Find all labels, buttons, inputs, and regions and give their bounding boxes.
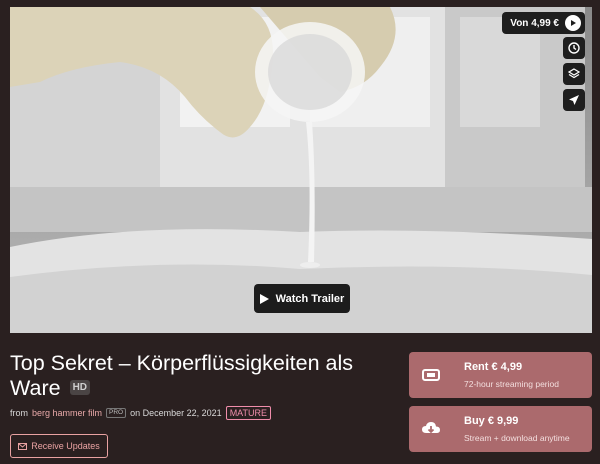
from-label: from xyxy=(10,408,28,418)
mature-badge: MATURE xyxy=(225,406,272,420)
film-title: Top Sekret – Körperflüssigkeiten als War… xyxy=(10,351,400,401)
author-link[interactable]: berg hammer film xyxy=(32,408,102,418)
price-badge[interactable]: Von 4,99 € xyxy=(502,12,585,34)
watch-trailer-button[interactable]: Watch Trailer xyxy=(254,284,350,313)
layers-icon[interactable] xyxy=(563,63,585,85)
pro-badge: PRO xyxy=(106,408,127,418)
envelope-icon xyxy=(18,442,28,450)
buy-button[interactable]: Buy € 9,99 Stream + download anytime xyxy=(409,406,592,452)
price-label: Von 4,99 € xyxy=(510,17,559,29)
buy-subtitle: Stream + download anytime xyxy=(464,433,570,443)
rent-button[interactable]: Rent € 4,99 72-hour streaming period xyxy=(409,352,592,398)
film-meta: from berg hammer film PRO on December 22… xyxy=(10,406,272,420)
watch-trailer-label: Watch Trailer xyxy=(275,292,345,305)
ticket-icon xyxy=(422,369,440,381)
buy-title: Buy € 9,99 xyxy=(464,415,519,427)
release-date: on December 22, 2021 xyxy=(130,408,222,418)
rent-subtitle: 72-hour streaming period xyxy=(464,379,559,389)
cloud-download-icon xyxy=(422,422,440,434)
film-title-text: Top Sekret – Körperflüssigkeiten als War… xyxy=(10,351,353,400)
video-player[interactable]: Von 4,99 € Watch Trailer xyxy=(10,7,592,333)
receive-updates-label: Receive Updates xyxy=(31,441,100,451)
rent-title: Rent € 4,99 xyxy=(464,361,523,373)
send-icon[interactable] xyxy=(563,89,585,111)
receive-updates-button[interactable]: Receive Updates xyxy=(10,434,108,458)
clock-icon[interactable] xyxy=(563,37,585,59)
play-triangle-icon xyxy=(259,293,269,304)
play-icon xyxy=(565,15,581,31)
hd-badge: HD xyxy=(69,379,91,395)
